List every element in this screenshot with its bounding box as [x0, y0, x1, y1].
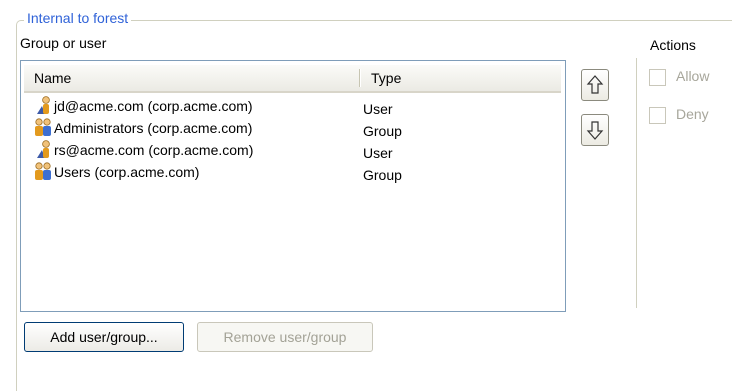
list-row-jd[interactable]: jd@acme.com (corp.acme.com) User [21, 96, 561, 118]
row-name: Administrators (corp.acme.com) [54, 120, 253, 136]
column-header-name[interactable]: Name [34, 70, 71, 86]
allow-label: Allow [676, 68, 710, 84]
list-row-administrators[interactable]: Administrators (corp.acme.com) Group [21, 118, 561, 140]
add-user-group-button[interactable]: Add user/group... [24, 322, 184, 352]
remove-user-group-button[interactable]: Remove user/group [197, 322, 373, 352]
arrow-down-icon [586, 121, 604, 140]
arrow-up-icon [586, 75, 604, 94]
row-type: Group [363, 123, 402, 139]
column-separator[interactable] [359, 69, 360, 87]
groupbox-legend: Internal to forest [24, 10, 132, 26]
row-name: jd@acme.com (corp.acme.com) [54, 98, 253, 114]
group-user-list[interactable]: Name Type jd@acme.com (corp.acme.com) Us… [20, 60, 566, 312]
list-row-users[interactable]: Users (corp.acme.com) Group [21, 162, 561, 184]
list-row-rs[interactable]: rs@acme.com (corp.acme.com) User [21, 140, 561, 162]
group-icon [33, 117, 53, 137]
group-or-user-label: Group or user [20, 35, 107, 51]
user-icon [33, 139, 53, 159]
group-icon [33, 161, 53, 181]
user-icon [33, 95, 53, 115]
list-header: Name Type [24, 65, 561, 93]
actions-label: Actions [650, 37, 696, 53]
row-type: User [363, 101, 393, 117]
row-name: Users (corp.acme.com) [54, 164, 200, 180]
row-type: Group [363, 167, 402, 183]
deny-checkbox[interactable] [649, 107, 666, 124]
actions-divider [636, 58, 637, 308]
allow-checkbox[interactable] [649, 69, 666, 86]
column-header-type[interactable]: Type [371, 70, 401, 86]
move-down-button[interactable] [581, 114, 609, 146]
deny-label: Deny [676, 106, 709, 122]
move-up-button[interactable] [581, 69, 609, 101]
row-type: User [363, 145, 393, 161]
row-name: rs@acme.com (corp.acme.com) [54, 142, 254, 158]
